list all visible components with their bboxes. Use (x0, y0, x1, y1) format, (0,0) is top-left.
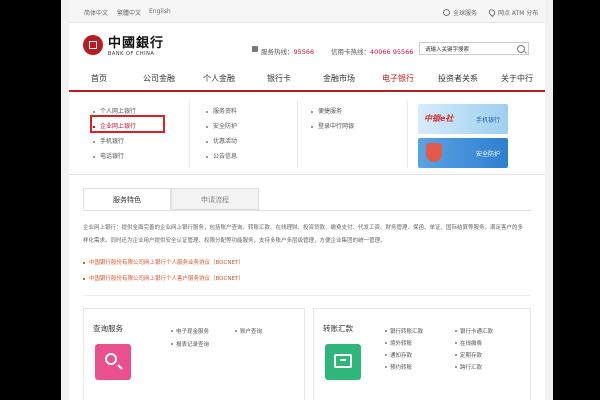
shield-icon (426, 143, 442, 162)
transfer-item[interactable]: 通知存款 (384, 351, 412, 359)
transfer-item[interactable]: 跨行汇款 (454, 363, 482, 371)
nav-cards[interactable]: 银行卡 (249, 68, 309, 90)
card-hotline: 信用卡热线：40066 95566 (331, 46, 413, 56)
nav-investor[interactable]: 投资者关系 (427, 68, 489, 90)
logo-english: BANK OF CHINA (108, 51, 155, 57)
lang-simplified-link[interactable]: 简体中文 (84, 8, 108, 17)
lang-traditional-link[interactable]: 繁體中文 (117, 8, 141, 17)
nav-markets[interactable]: 金融市场 (309, 68, 369, 90)
service-description: 企业网上银行：提供全面完善的企业网上银行服务，包括账户查询、转账汇款、在线理财、… (83, 225, 524, 244)
card-hotline-label: 信用卡热线： (331, 48, 370, 56)
nav-corporate[interactable]: 公司金融 (129, 68, 189, 90)
location-pin-icon (487, 7, 497, 18)
menu-phone-bank[interactable]: 电话银行 (91, 149, 136, 164)
menu-promotions[interactable]: 优惠活动 (204, 134, 237, 149)
top-bar: 简体中文 繁體中文 English 全球服务 网点 ATM 分布 (69, 0, 545, 23)
atm-location-link[interactable]: 网点 ATM 分布 (487, 7, 539, 18)
search-icon[interactable] (517, 45, 525, 53)
bank-emblem-icon (83, 34, 103, 55)
transfer-icon (334, 354, 352, 368)
search-input[interactable]: 请输入关键字搜索 (419, 42, 529, 55)
card-hotline-number: 40066 95566 (370, 48, 414, 56)
globe-icon (443, 9, 450, 16)
transfer-tile[interactable] (325, 344, 361, 380)
menu-login-ebank[interactable]: 登录中行网银 (309, 119, 354, 134)
browser-page: 简体中文 繁體中文 English 全球服务 网点 ATM 分布 中國銀行 BA… (69, 0, 545, 400)
banner-security-label: 安全防护 (475, 151, 500, 158)
agreement-link[interactable]: 中国银行股份有限公司网上银行个人客户服务协议（BOCNET） (83, 274, 244, 282)
menu-convenient-services[interactable]: 便捷服务 (309, 104, 354, 119)
transfer-item[interactable]: 银行转账汇款 (384, 327, 423, 335)
tab-features[interactable]: 服务特色 (83, 188, 171, 210)
mobile-bank-banner[interactable]: 中银e社 手机银行 (418, 104, 508, 134)
dropdown-divider (189, 100, 190, 168)
query-item[interactable]: 账户查询 (234, 327, 262, 335)
phone-icon (252, 46, 258, 52)
dropdown-col-channels: 个人网上银行 企业网上银行 手机银行 电话银行 (91, 104, 136, 164)
banner-promo-text: 中银e社 (424, 114, 454, 123)
dropdown-col-services: 便捷服务 登录中行网银 (309, 104, 354, 134)
menu-service-info[interactable]: 服务资料 (204, 104, 237, 119)
query-item[interactable]: 报表记录查询 (170, 340, 209, 348)
service-hotline: 服务热线：95566 (261, 46, 314, 56)
transfer-item[interactable]: 预约转账 (384, 363, 412, 371)
nav-about[interactable]: 关于中行 (489, 68, 545, 90)
service-hotline-number: 95566 (293, 48, 315, 56)
global-service-link[interactable]: 全球服务 (443, 8, 477, 17)
screenshot-frame: 简体中文 繁體中文 English 全球服务 网点 ATM 分布 中國銀行 BA… (61, 0, 553, 400)
header: 中國銀行 BANK OF CHINA 服务热线：95566 信用卡热线：4006… (69, 22, 545, 64)
search-input-value: 请输入关键字搜索 (425, 47, 470, 53)
tab-application[interactable]: 申请流程 (171, 188, 259, 210)
security-banner[interactable]: 安全防护 (418, 138, 508, 168)
nav-home[interactable]: 首页 (69, 68, 129, 90)
query-panel-title: 查询服务 (93, 324, 123, 333)
service-hotline-label: 服务热线： (261, 48, 294, 56)
transfer-item[interactable]: 定期存款 (454, 351, 482, 359)
transfer-panel-title: 转账汇款 (323, 324, 353, 333)
dropdown-divider (297, 100, 298, 168)
highlight-annotation (90, 115, 165, 133)
global-service-label: 全球服务 (453, 10, 478, 17)
dropdown-col-info: 服务资料 安全防护 优惠活动 公告信息 (204, 104, 237, 164)
agreement-link[interactable]: 中国银行股份有限公司网上银行个人服务业务协议（BOCNET） (83, 258, 244, 266)
nav-ebanking[interactable]: 电子银行 (369, 68, 427, 90)
section-divider (83, 295, 531, 296)
lang-english-link[interactable]: English (149, 8, 171, 15)
transfer-item[interactable]: 境外转账 (384, 339, 412, 347)
transfer-item[interactable]: 在线缴费 (454, 339, 482, 347)
transfer-panel: 转账汇款 银行转账汇款 银行卡通汇款 境外转账 在线缴费 通知存款 定期存款 预… (313, 308, 531, 400)
magnifier-icon (105, 353, 117, 365)
main-nav: 首页 公司金融 个人金融 银行卡 金融市场 电子银行 投资者关系 关于中行 (69, 68, 545, 92)
menu-announcements[interactable]: 公告信息 (204, 149, 237, 164)
logo-text: 中國銀行 BANK OF CHINA (108, 32, 164, 57)
banner-mobile-label: 手机银行 (475, 117, 500, 124)
content-tabs: 服务特色 申请流程 (83, 188, 531, 211)
menu-security[interactable]: 安全防护 (204, 119, 237, 134)
query-item[interactable]: 电子现金服务 (170, 327, 209, 335)
bank-logo[interactable]: 中國銀行 BANK OF CHINA (83, 32, 164, 57)
query-tile[interactable] (95, 344, 131, 380)
nav-personal[interactable]: 个人金融 (189, 68, 249, 90)
transfer-item[interactable]: 银行卡通汇款 (454, 327, 493, 335)
atm-location-label: 网点 ATM 分布 (498, 10, 539, 17)
query-panel: 查询服务 电子现金服务 账户查询 报表记录查询 (83, 308, 305, 400)
dropdown-divider (407, 100, 408, 168)
logo-chinese: 中國銀行 (108, 36, 165, 51)
menu-mobile-bank[interactable]: 手机银行 (91, 134, 136, 149)
